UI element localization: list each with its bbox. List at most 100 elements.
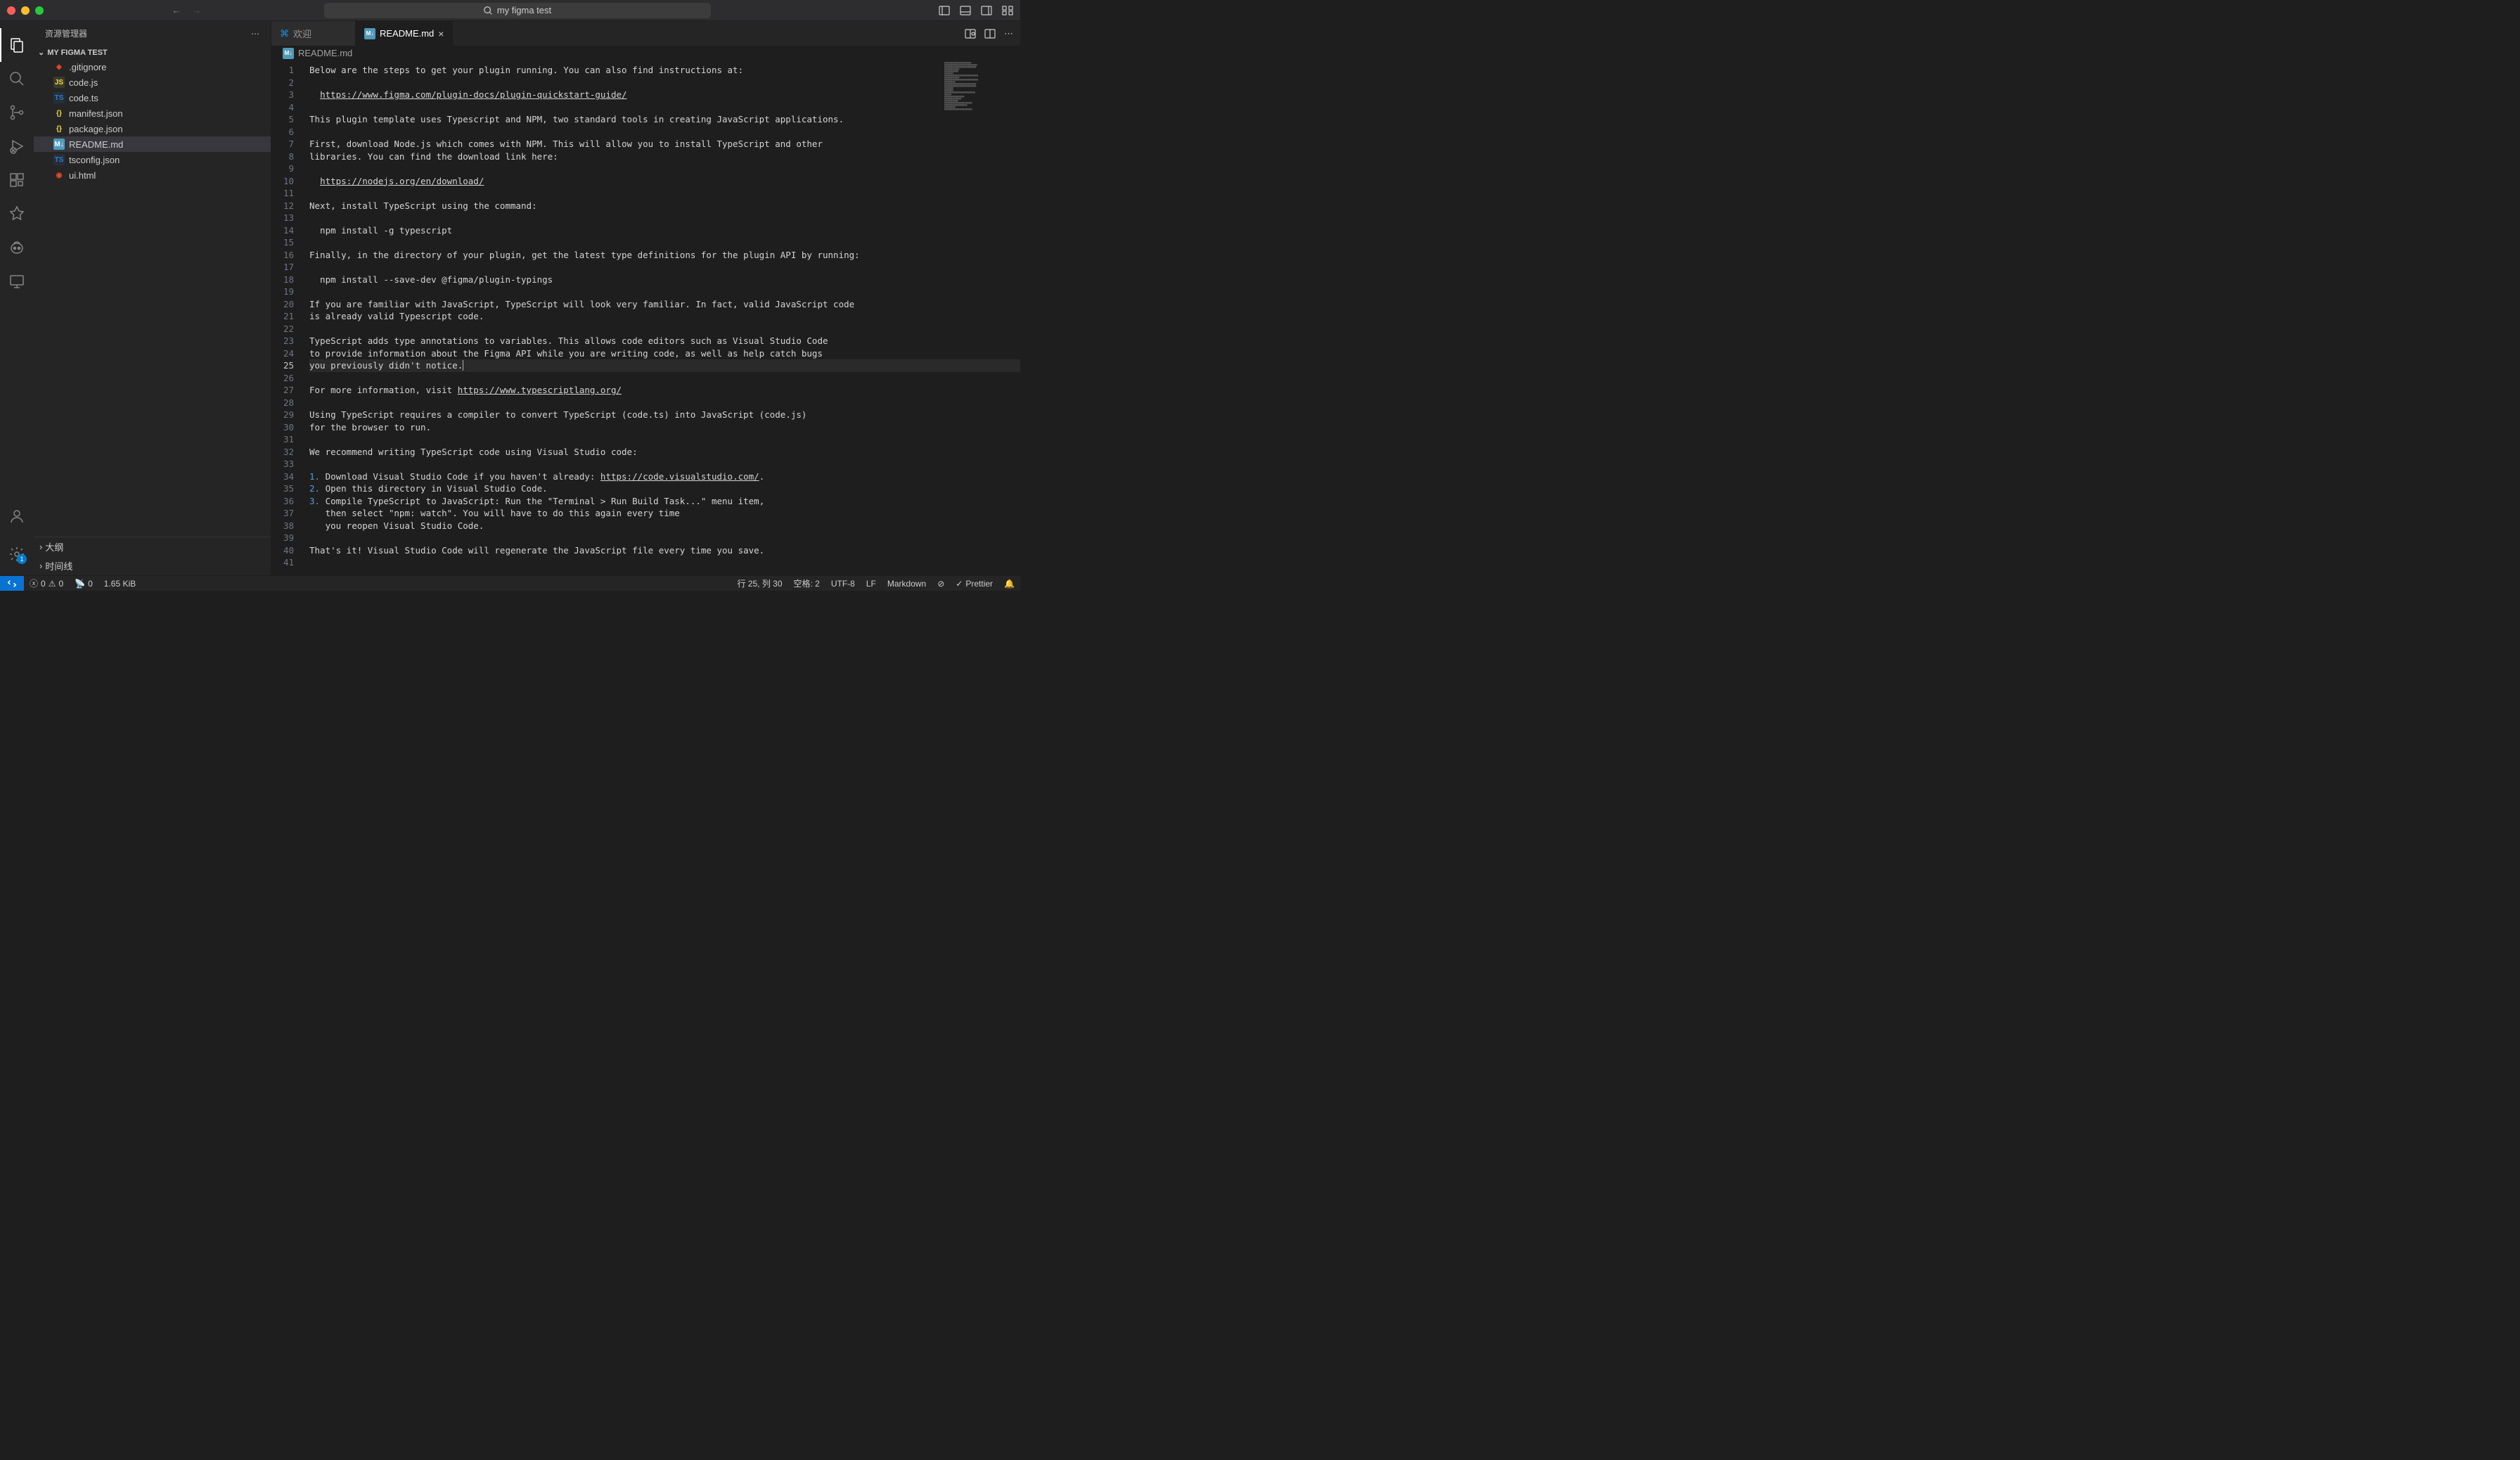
html-file-icon: ◉: [53, 169, 65, 181]
check-icon: ✓: [956, 579, 963, 589]
remote-indicator[interactable]: [0, 576, 24, 591]
minimize-window-icon[interactable]: [21, 6, 30, 15]
status-encoding[interactable]: UTF-8: [825, 577, 861, 589]
maximize-window-icon[interactable]: [35, 6, 44, 15]
customize-layout-icon[interactable]: [1002, 5, 1013, 16]
tab-label: 欢迎: [293, 27, 311, 40]
nav-forward-icon[interactable]: →: [192, 5, 201, 15]
file-item[interactable]: {}manifest.json: [34, 105, 271, 121]
preview-icon[interactable]: [965, 28, 976, 39]
ports-count: 0: [88, 579, 93, 589]
file-item[interactable]: ◉ ui.html: [34, 167, 271, 183]
layout-primary-icon[interactable]: [939, 5, 950, 16]
more-actions-icon[interactable]: ⋯: [1004, 28, 1013, 39]
layout-panel-icon[interactable]: [960, 5, 971, 16]
activity-explorer[interactable]: [0, 28, 34, 62]
nav-arrows: ← →: [172, 5, 201, 15]
sidebar-header: 资源管理器 ⋯: [34, 21, 271, 46]
statusbar: ⓧ0 ⚠0 📡0 1.65 KiB 行 25, 列 30 空格: 2 UTF-8…: [0, 575, 1020, 591]
close-icon[interactable]: ×: [438, 28, 444, 39]
breadcrumbs[interactable]: M↓ README.md: [271, 46, 1020, 61]
status-ports[interactable]: 📡0: [69, 579, 98, 589]
md-file-icon: M↓: [53, 139, 65, 150]
json-file-icon: {}: [53, 108, 65, 119]
titlebar: ← → my figma test: [0, 0, 1020, 21]
timeline-label: 时间线: [45, 559, 72, 572]
file-label: ui.html: [69, 170, 96, 181]
warning-icon: ⚠: [49, 579, 56, 589]
chevron-down-icon: ⌄: [38, 48, 44, 57]
activity-search[interactable]: [0, 62, 34, 96]
file-label: .gitignore: [69, 62, 106, 72]
editor-area: ⌘欢迎M↓README.md× ⋯ M↓ README.md 123456789…: [271, 21, 1020, 575]
activity-source-control[interactable]: [0, 96, 34, 129]
file-label: README.md: [69, 139, 123, 150]
error-icon: ⓧ: [30, 577, 38, 589]
vscode-icon: ⌘: [280, 28, 289, 39]
file-item[interactable]: TScode.ts: [34, 90, 271, 105]
chevron-right-icon: ›: [39, 561, 42, 571]
ts-file-icon: TS: [53, 154, 65, 165]
error-count: 0: [41, 579, 46, 589]
split-editor-icon[interactable]: [984, 28, 996, 39]
editor-tabs: ⌘ 欢迎 M↓README.md× ⋯: [271, 21, 1020, 46]
minimap[interactable]: ████████████████████████████████████████…: [943, 61, 1020, 146]
timeline-section[interactable]: › 时间线: [34, 556, 271, 575]
sidebar: 资源管理器 ⋯ ⌄ MY FIGMA TEST ◆.gitignore JS cod…: [34, 21, 271, 575]
activity-gitlens[interactable]: [0, 197, 34, 231]
outline-section[interactable]: › 大纲: [34, 537, 271, 556]
titlebar-actions: [939, 5, 1013, 16]
sidebar-footer: › 大纲 › 时间线: [34, 537, 271, 575]
radio-icon: 📡: [75, 579, 85, 589]
chevron-right-icon: ›: [39, 542, 42, 552]
settings-badge: 1: [17, 554, 27, 564]
outline-label: 大纲: [45, 540, 63, 553]
code-content[interactable]: Below are the steps to get your plugin r…: [305, 61, 1020, 575]
activity-account[interactable]: [0, 499, 34, 533]
nav-back-icon[interactable]: ←: [172, 5, 181, 15]
status-language[interactable]: Markdown: [882, 577, 932, 589]
file-label: code.js: [69, 77, 98, 88]
js-file-icon: JS: [53, 77, 65, 88]
status-problems[interactable]: ⓧ0 ⚠0: [24, 577, 69, 589]
warning-count: 0: [58, 579, 63, 589]
file-label: tsconfig.json: [69, 155, 120, 165]
editor-tab[interactable]: ⌘ 欢迎: [271, 21, 356, 46]
markdown-icon: M↓: [283, 48, 294, 59]
status-indent[interactable]: 空格: 2: [788, 577, 825, 589]
status-copilot[interactable]: ⊘: [932, 577, 950, 589]
filesize-text: 1.65 KiB: [104, 579, 136, 589]
line-numbers: 1234567891011121314151617181920212223242…: [271, 61, 305, 575]
status-notifications[interactable]: 🔔: [998, 577, 1020, 589]
file-item[interactable]: TS tsconfig.json: [34, 152, 271, 167]
file-item[interactable]: M↓ README.md: [34, 136, 271, 152]
breadcrumb-file: README.md: [298, 48, 352, 58]
status-cursor-pos[interactable]: 行 25, 列 30: [731, 577, 788, 589]
file-label: code.ts: [69, 93, 98, 103]
activity-extensions[interactable]: [0, 163, 34, 197]
close-window-icon[interactable]: [7, 6, 15, 15]
status-prettier[interactable]: ✓Prettier: [950, 577, 998, 589]
bell-icon: 🔔: [1004, 579, 1015, 589]
file-label: package.json: [69, 124, 123, 134]
file-item[interactable]: JS code.js: [34, 75, 271, 90]
file-item[interactable]: ◆.gitignore: [34, 59, 271, 75]
sidebar-title: 资源管理器: [45, 27, 87, 39]
file-item[interactable]: {}package.json: [34, 121, 271, 136]
activity-run-debug[interactable]: [0, 129, 34, 163]
status-filesize[interactable]: 1.65 KiB: [98, 579, 141, 589]
more-icon[interactable]: ⋯: [251, 29, 259, 39]
project-name: MY FIGMA TEST: [47, 49, 108, 57]
markdown-icon: M↓: [364, 28, 375, 39]
status-eol[interactable]: LF: [861, 577, 882, 589]
editor-body[interactable]: 1234567891011121314151617181920212223242…: [271, 61, 1020, 575]
activity-copilot[interactable]: [0, 231, 34, 264]
file-tree: ◆.gitignoreJScode.jsTScode.ts{}manifest.…: [34, 59, 271, 537]
activity-remote-explorer[interactable]: [0, 264, 34, 298]
editor-tab[interactable]: M↓README.md×: [356, 21, 453, 46]
tabs-actions: ⋯: [965, 21, 1020, 46]
command-center[interactable]: my figma test: [324, 3, 711, 18]
project-header[interactable]: ⌄ MY FIGMA TEST: [34, 46, 271, 59]
layout-secondary-icon[interactable]: [981, 5, 992, 16]
activity-settings[interactable]: 1: [0, 537, 34, 571]
